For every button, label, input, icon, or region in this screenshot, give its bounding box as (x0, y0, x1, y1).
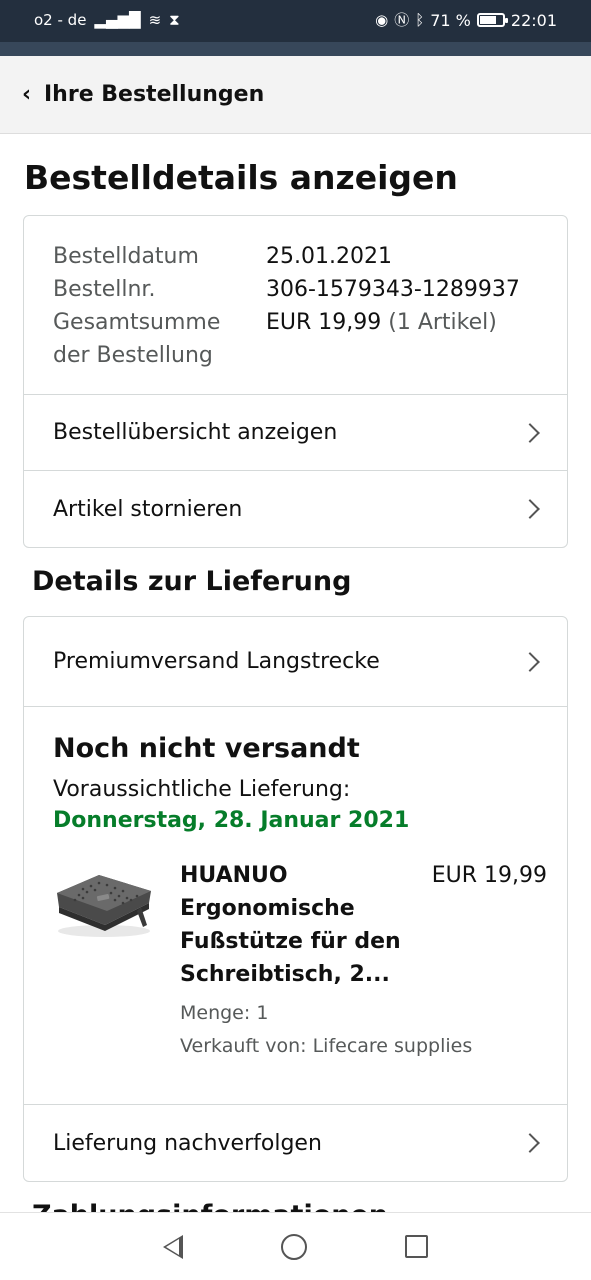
chevron-left-icon: ‹ (22, 82, 32, 107)
order-date-value: 25.01.2021 (266, 244, 392, 269)
back-navigation[interactable]: ‹ Ihre Bestellungen (0, 56, 591, 134)
order-summary-card: Bestelldatum 25.01.2021 Bestellnr. 306-1… (23, 215, 568, 548)
system-nav-bar (0, 1212, 591, 1280)
eta-date: Donnerstag, 28. Januar 2021 (53, 808, 410, 833)
nfc-icon: Ⓝ (394, 11, 410, 29)
item-title-link[interactable]: HUANUO Ergonomische Fußstütze für den Sc… (180, 859, 410, 991)
item-info: HUANUO Ergonomische Fußstütze für den Sc… (180, 859, 473, 1063)
order-date-label: Bestelldatum (53, 244, 199, 269)
order-number-label: Bestellnr. (53, 277, 156, 302)
order-summary: Bestelldatum 25.01.2021 Bestellnr. 306-1… (24, 216, 567, 395)
signal-icon: ▂▄▆█ (94, 11, 141, 29)
eye-icon: ◉ (375, 11, 389, 29)
item-seller: Verkauft von: Lifecare supplies (180, 1035, 473, 1057)
status-bar: o2 - de ▂▄▆█ ≋ ⧗ ◉ Ⓝ ᛒ 71 % 22:01 (0, 0, 591, 42)
shipping-method-label: Premiumversand Langstrecke (53, 649, 380, 674)
chevron-right-icon (520, 499, 540, 519)
order-date-row: Bestelldatum 25.01.2021 (53, 240, 539, 273)
hourglass-icon: ⧗ (169, 11, 180, 29)
nav-back-icon[interactable] (163, 1234, 183, 1259)
shipment-details: Noch nicht versandt Voraussichtliche Lie… (24, 707, 567, 1105)
battery-percent: 71 % (430, 10, 471, 30)
order-item-count: (1 Artikel) (388, 310, 497, 335)
chevron-right-icon (520, 651, 540, 672)
nav-recents-icon[interactable] (405, 1235, 428, 1258)
carrier-label: o2 - de (34, 11, 87, 29)
track-delivery-link[interactable]: Lieferung nachverfolgen (24, 1105, 567, 1181)
item-quantity: Menge: 1 (180, 1002, 269, 1024)
item-price: EUR 19,99 (431, 863, 547, 888)
order-number-row: Bestellnr. 306-1579343-1289937 (53, 273, 539, 306)
order-item: HUANUO Ergonomische Fußstütze für den Sc… (53, 859, 547, 1059)
status-bar-right: ◉ Ⓝ ᛒ 71 % 22:01 (375, 10, 557, 30)
bluetooth-icon: ᛒ (415, 11, 425, 29)
order-number-value: 306-1579343-1289937 (266, 277, 520, 302)
eta-label: Voraussichtliche Lieferung: (53, 777, 351, 802)
order-total-label-line2: der Bestellung (53, 343, 213, 368)
page-title: Bestelldetails anzeigen (24, 158, 458, 197)
shipping-method-link[interactable]: Premiumversand Langstrecke (24, 617, 567, 707)
wifi-icon: ≋ (148, 11, 162, 29)
status-bar-left: o2 - de ▂▄▆█ ≋ ⧗ (34, 10, 180, 30)
header-strip (0, 42, 591, 56)
shipment-status: Noch nicht versandt (53, 733, 360, 764)
view-order-summary-link[interactable]: Bestellübersicht anzeigen (24, 395, 567, 471)
order-total-amount: EUR 19,99 (266, 310, 382, 335)
cancel-items-label: Artikel stornieren (53, 496, 243, 522)
order-total-label-line1: Gesamtsumme (53, 310, 221, 335)
chevron-right-icon (520, 1133, 540, 1153)
view-order-summary-label: Bestellübersicht anzeigen (53, 420, 338, 445)
cancel-items-link[interactable]: Artikel stornieren (24, 471, 567, 547)
product-image[interactable] (53, 869, 155, 941)
back-link[interactable]: Ihre Bestellungen (44, 82, 264, 107)
battery-icon (476, 13, 508, 27)
clock: 22:01 (510, 10, 557, 30)
track-delivery-label: Lieferung nachverfolgen (53, 1130, 322, 1156)
chevron-right-icon (520, 422, 540, 443)
order-total-label: Gesamtsumme der Bestellung (53, 306, 266, 372)
delivery-section-title: Details zur Lieferung (32, 566, 352, 597)
order-total-value: EUR 19,99 (1 Artikel) (266, 306, 497, 372)
nav-home-icon[interactable] (281, 1233, 307, 1260)
delivery-card: Premiumversand Langstrecke Noch nicht ve… (23, 616, 568, 1182)
order-total-row: Gesamtsumme der Bestellung EUR 19,99 (1 … (53, 306, 539, 372)
battery-fill (479, 16, 496, 24)
